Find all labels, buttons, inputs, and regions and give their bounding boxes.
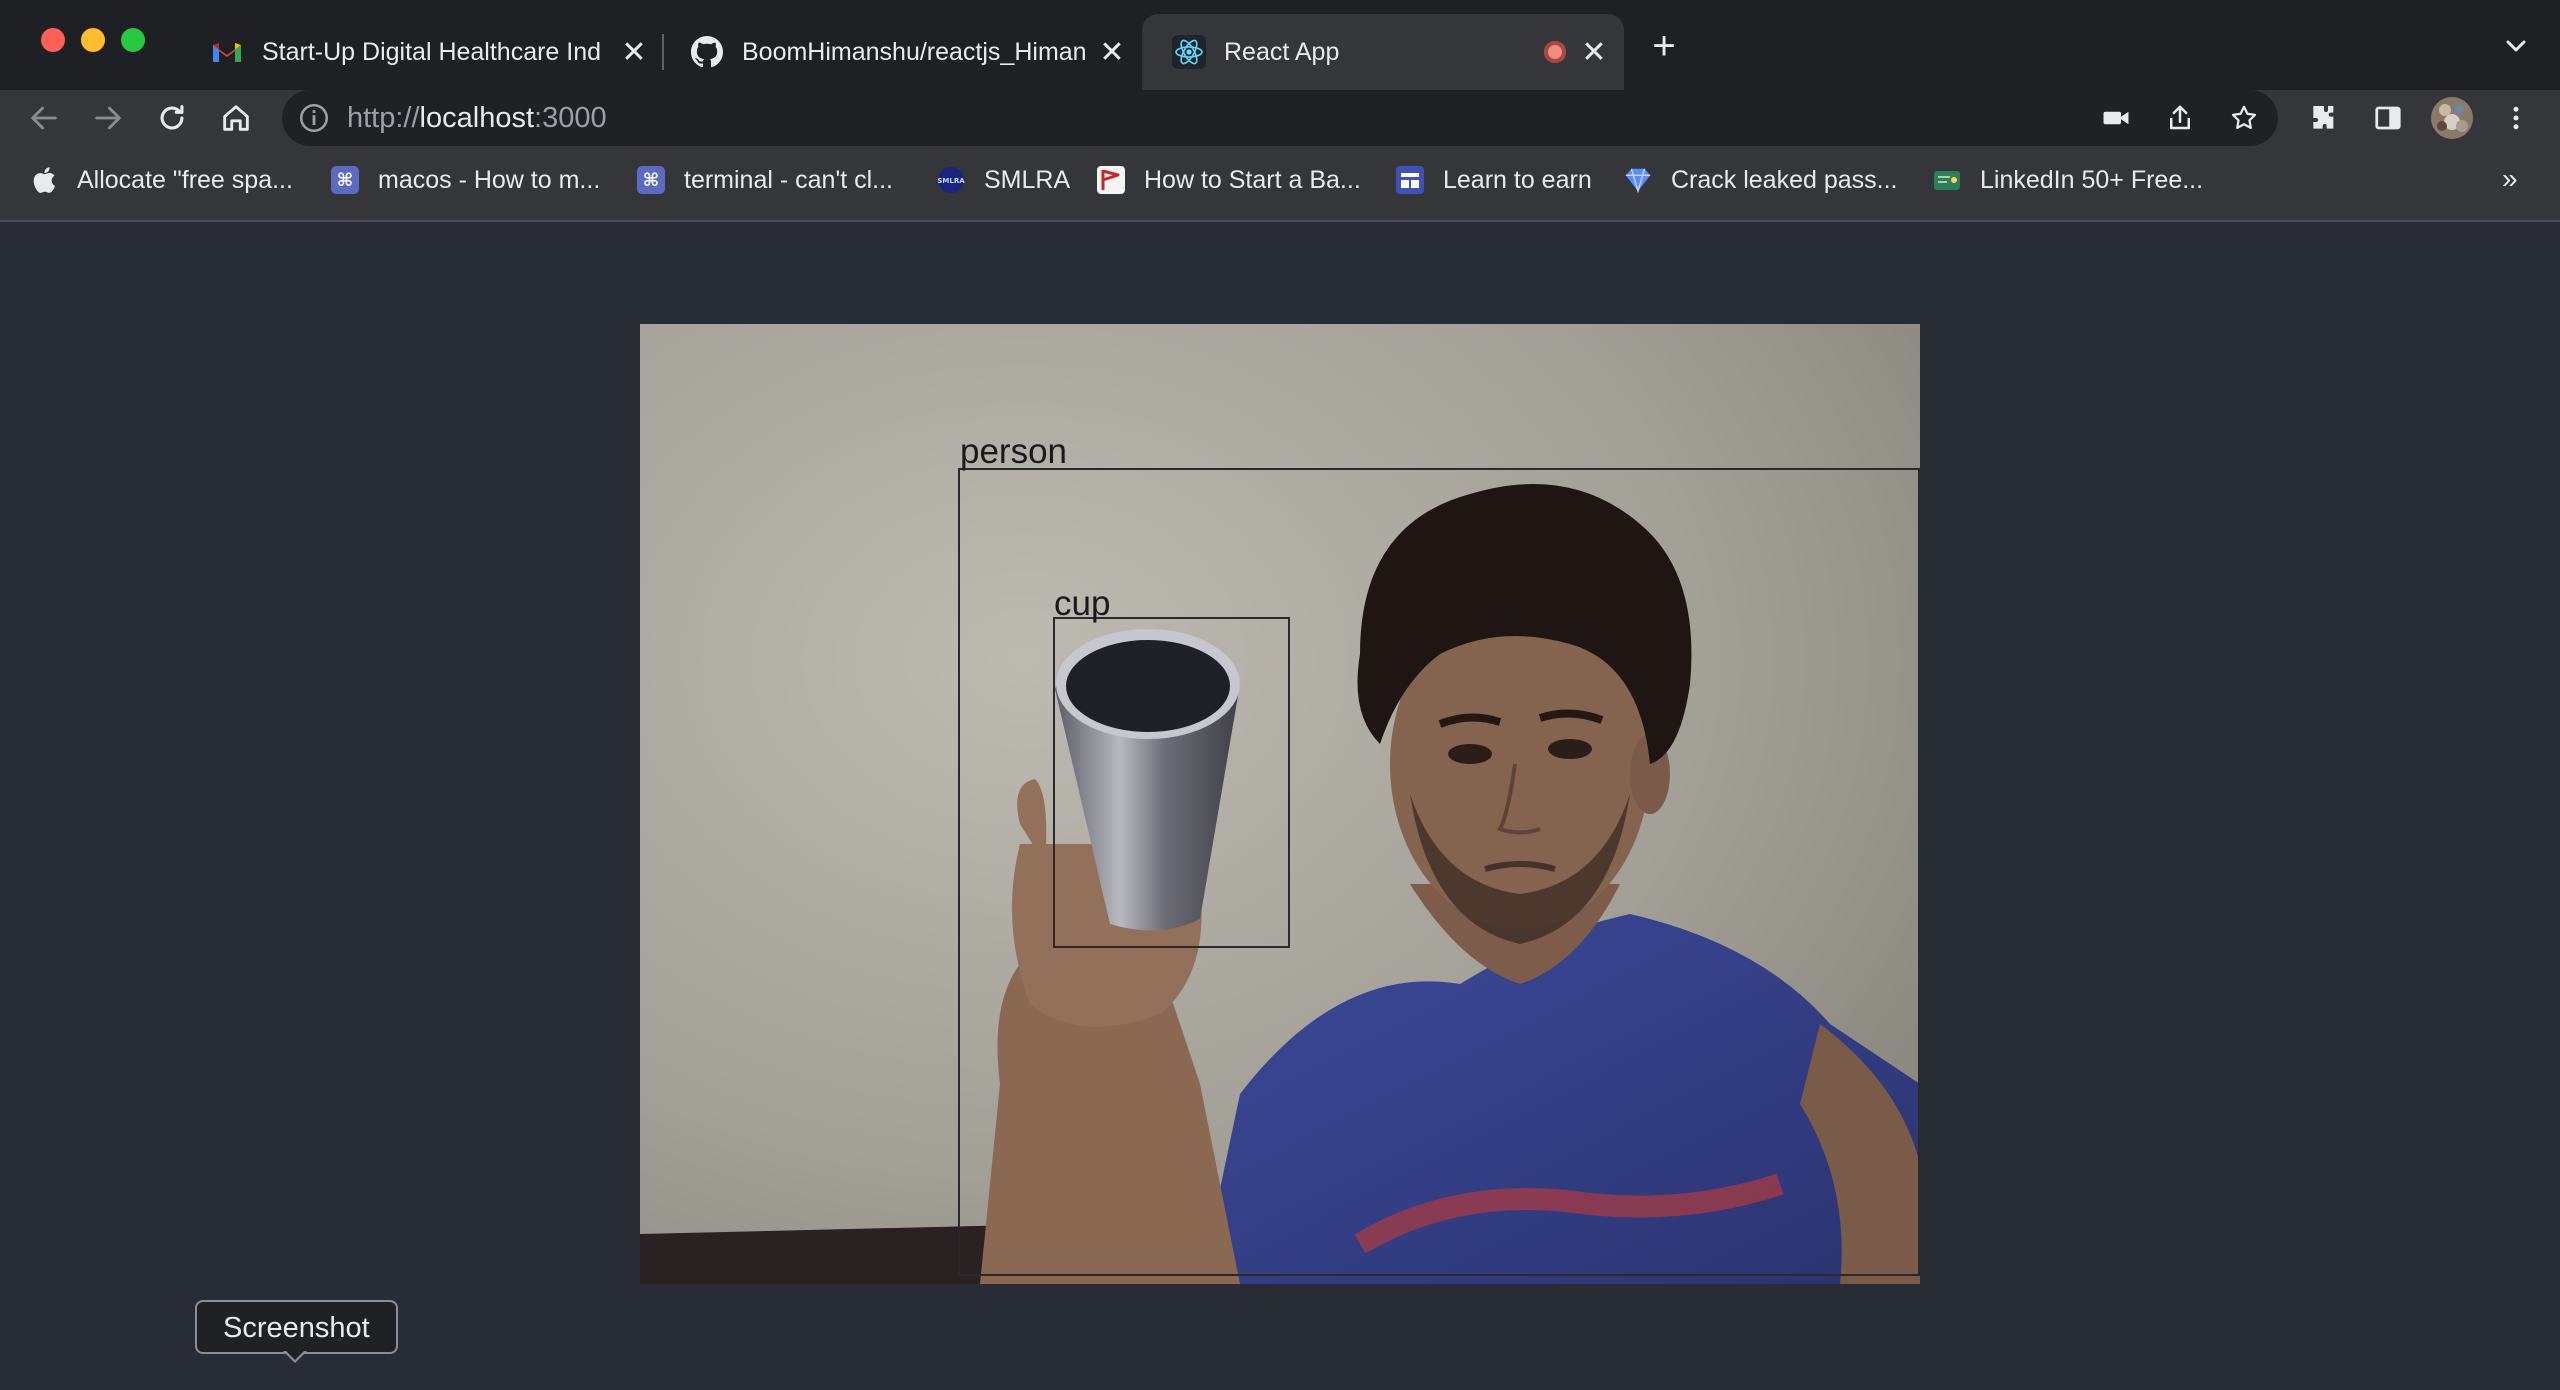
certificate-icon	[1933, 166, 1961, 194]
detection-label: person	[960, 432, 1068, 471]
tab-strip: Start-Up Digital Healthcare Ind ✕ BoomHi…	[0, 0, 2560, 90]
tab-title: React App	[1224, 37, 1340, 66]
reload-button[interactable]	[152, 98, 192, 138]
extensions-icon[interactable]	[2306, 100, 2342, 136]
bookmark-label: Learn to earn	[1443, 165, 1592, 194]
detection-box-cup	[1053, 617, 1290, 948]
bookmark-item[interactable]: Learn to earn	[1396, 160, 1592, 200]
tooltip-arrow-fill	[285, 1350, 305, 1360]
avatar[interactable]	[2430, 96, 2474, 140]
bookmark-label: macos - How to m...	[378, 165, 601, 194]
minimize-window-button[interactable]	[81, 28, 105, 52]
bookmark-item[interactable]: Crack leaked pass...	[1624, 160, 1898, 200]
tab-title: Start-Up Digital Healthcare Ind	[262, 37, 602, 66]
new-tab-button[interactable]: +	[1644, 26, 1684, 67]
close-icon[interactable]: ✕	[1576, 34, 1612, 70]
info-icon[interactable]	[297, 101, 331, 135]
close-icon[interactable]: ✕	[1094, 34, 1130, 70]
side-panel-icon[interactable]	[2370, 100, 2406, 136]
bookmark-label: How to Start a Ba...	[1144, 165, 1361, 194]
tooltip: Screenshot	[195, 1300, 398, 1354]
bookmark-item[interactable]: Allocate "free spa...	[30, 160, 293, 200]
bookmark-label: SMLRA	[984, 165, 1071, 194]
svg-text:SMLRA: SMLRA	[937, 177, 965, 185]
tab-gmail[interactable]: Start-Up Digital Healthcare Ind ✕	[180, 14, 664, 90]
bookmarks-bar: Allocate "free spa... ⌘ macos - How to m…	[0, 160, 2560, 222]
url-port: :3000	[534, 102, 607, 134]
bookmark-label: Crack leaked pass...	[1671, 165, 1898, 194]
tab-title: BoomHimanshu/reactjs_Himan	[742, 37, 1087, 66]
url-scheme: http://	[347, 102, 420, 134]
bookmarks-overflow-button[interactable]: »	[2502, 163, 2518, 195]
calendar-icon	[1396, 166, 1424, 194]
home-button[interactable]	[216, 98, 256, 138]
camera-icon[interactable]	[2098, 100, 2134, 136]
tab-react-app[interactable]: React App ✕	[1142, 14, 1624, 90]
bookmark-item[interactable]: LinkedIn 50+ Free...	[1933, 160, 2203, 200]
back-button[interactable]	[24, 98, 64, 138]
tab-github[interactable]: BoomHimanshu/reactjs_Himan ✕	[660, 14, 1142, 90]
github-icon	[690, 35, 724, 69]
detection-label: cup	[1054, 584, 1111, 623]
url-host: localhost	[419, 102, 535, 134]
star-icon[interactable]	[2226, 100, 2262, 136]
gmail-icon	[210, 35, 244, 69]
chevron-down-icon[interactable]	[2500, 30, 2532, 62]
bookmark-label: LinkedIn 50+ Free...	[1980, 165, 2204, 194]
smlra-icon: SMLRA	[937, 166, 965, 194]
gem-icon	[1624, 166, 1652, 194]
flag-icon	[1097, 166, 1125, 194]
recording-indicator-icon	[1544, 41, 1566, 63]
react-icon	[1172, 35, 1206, 69]
command-key-icon: ⌘	[637, 166, 665, 194]
maximize-window-button[interactable]	[121, 28, 145, 52]
webcam-feed: person cup	[640, 324, 1920, 1284]
bookmark-label: terminal - can't cl...	[684, 165, 893, 194]
forward-button[interactable]	[88, 98, 128, 138]
command-key-icon: ⌘	[331, 166, 359, 194]
url-text: http://localhost:3000	[347, 99, 607, 137]
apple-icon	[30, 166, 58, 194]
bookmark-item[interactable]: ⌘ macos - How to m...	[331, 160, 600, 200]
menu-icon[interactable]	[2498, 100, 2534, 136]
close-icon[interactable]: ✕	[616, 34, 652, 70]
bookmark-item[interactable]: ⌘ terminal - can't cl...	[637, 160, 893, 200]
close-window-button[interactable]	[41, 28, 65, 52]
bookmark-item[interactable]: How to Start a Ba...	[1097, 160, 1361, 200]
bookmark-label: Allocate "free spa...	[77, 165, 293, 194]
bookmark-item[interactable]: SMLRA SMLRA	[937, 160, 1070, 200]
share-icon[interactable]	[2162, 100, 2198, 136]
